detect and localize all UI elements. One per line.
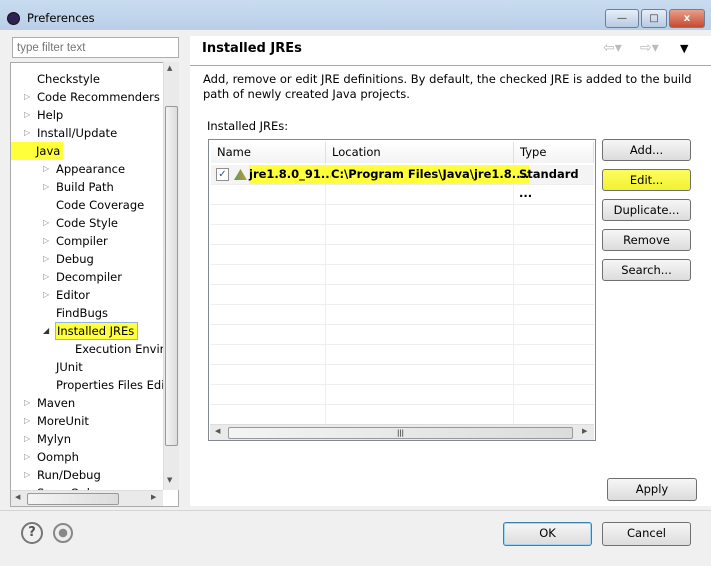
collapsed-arrow-icon[interactable]: ▷: [43, 160, 49, 178]
collapsed-arrow-icon[interactable]: ▷: [24, 124, 30, 142]
collapsed-arrow-icon[interactable]: ▷: [43, 178, 49, 196]
jre-checkbox[interactable]: ✓: [216, 168, 229, 181]
jre-name: jre1.8.0_91...: [249, 165, 339, 184]
duplicate-button[interactable]: Duplicate...: [602, 199, 691, 221]
h-scroll-thumb[interactable]: [27, 493, 119, 505]
apply-button[interactable]: Apply: [607, 478, 697, 501]
tree-item[interactable]: Execution Enviro: [74, 340, 174, 358]
collapsed-arrow-icon[interactable]: ▷: [24, 394, 30, 412]
tree-item[interactable]: Install/Update: [36, 124, 120, 142]
minimize-button[interactable]: —: [605, 9, 639, 28]
jre-table: Name Location Type ✓ jre1.8.0_91... C:\P…: [208, 139, 596, 441]
collapsed-arrow-icon[interactable]: ▷: [24, 430, 30, 448]
filter-input[interactable]: [12, 37, 179, 58]
tree-item[interactable]: Code Recommenders: [36, 88, 163, 106]
scroll-left-icon[interactable]: ◀: [215, 427, 220, 435]
column-header-location[interactable]: Location: [326, 142, 514, 163]
scroll-up-icon[interactable]: ▲: [167, 64, 172, 72]
tree-item[interactable]: Properties Files Edito: [55, 376, 178, 394]
eclipse-icon: [7, 12, 20, 25]
grid-line: [211, 304, 594, 305]
tree-item[interactable]: JUnit: [55, 358, 86, 376]
tree-item[interactable]: Build Path: [55, 178, 117, 196]
tree-vertical-scrollbar[interactable]: ▲ ▼: [163, 62, 179, 490]
h-scroll-thumb[interactable]: |||: [228, 427, 573, 439]
grid-line: [211, 364, 594, 365]
collapsed-arrow-icon[interactable]: ▷: [24, 106, 30, 124]
tree-item[interactable]: Checkstyle: [36, 70, 103, 88]
preference-tree: Checkstyle ▷ Code Recommenders ▷ Help ▷ Instal…: [10, 62, 179, 507]
table-row[interactable]: ✓ jre1.8.0_91... C:\Program Files\Java\j…: [211, 165, 594, 200]
grid-line: [211, 404, 594, 405]
table-label: Installed JREs:: [207, 119, 289, 133]
scroll-right-icon[interactable]: ▶: [151, 493, 156, 501]
grid-line: [211, 244, 594, 245]
tree-item[interactable]: Help: [36, 106, 66, 124]
page-title: Installed JREs: [202, 41, 302, 56]
expanded-arrow-icon[interactable]: ◢: [43, 322, 49, 340]
grid-line: [211, 204, 594, 205]
collapsed-arrow-icon[interactable]: ▷: [24, 88, 30, 106]
jre-library-icon: [234, 169, 247, 180]
collapsed-arrow-icon[interactable]: ▷: [43, 250, 49, 268]
scroll-thumb[interactable]: [165, 106, 178, 446]
tree-item[interactable]: Run/Debug: [36, 466, 104, 484]
tree-horizontal-scrollbar[interactable]: ◀ ▶: [11, 490, 163, 506]
tree-item[interactable]: Code Style: [55, 214, 121, 232]
column-header-type[interactable]: Type: [514, 142, 594, 163]
page-description: Add, remove or edit JRE definitions. By …: [203, 72, 692, 101]
jre-type: Standard ...: [519, 167, 579, 200]
collapsed-arrow-icon[interactable]: ▷: [43, 232, 49, 250]
collapsed-arrow-icon[interactable]: ▷: [24, 466, 30, 484]
edit-button[interactable]: Edit...: [602, 169, 691, 191]
tree-item[interactable]: Maven: [36, 394, 78, 412]
tree-item[interactable]: FindBugs: [55, 304, 111, 322]
scroll-down-icon[interactable]: ▼: [167, 476, 172, 484]
tree-item[interactable]: Compiler: [55, 232, 111, 250]
collapsed-arrow-icon[interactable]: ▷: [24, 412, 30, 430]
grid-line: [211, 344, 594, 345]
collapsed-arrow-icon[interactable]: ▷: [43, 286, 49, 304]
grid-line: [211, 284, 594, 285]
scroll-left-icon[interactable]: ◀: [15, 493, 20, 501]
window-title: Preferences: [27, 11, 95, 25]
tree-item[interactable]: Code Coverage: [55, 196, 147, 214]
collapsed-arrow-icon[interactable]: ▷: [24, 448, 30, 466]
tree-item[interactable]: Appearance: [55, 160, 128, 178]
grid-line: [211, 264, 594, 265]
collapsed-arrow-icon[interactable]: ▷: [43, 214, 49, 232]
record-icon[interactable]: [53, 523, 73, 543]
tree-item[interactable]: Editor: [55, 286, 93, 304]
tree-item[interactable]: Installed JREs: [55, 322, 139, 340]
tree-item[interactable]: Oomph: [36, 448, 82, 466]
add-button[interactable]: Add...: [602, 139, 691, 161]
ok-button[interactable]: OK: [503, 522, 592, 546]
tree-item[interactable]: Decompiler: [55, 268, 125, 286]
jre-location: C:\Program Files\Java\jre1.8....: [331, 165, 530, 184]
column-header-name[interactable]: Name: [211, 142, 326, 163]
footer-separator: [0, 510, 711, 511]
tree-item[interactable]: Java: [11, 142, 64, 160]
table-horizontal-scrollbar[interactable]: ◀ ||| ▶: [210, 424, 594, 440]
cancel-button[interactable]: Cancel: [602, 522, 691, 546]
collapsed-arrow-icon[interactable]: ▷: [43, 268, 49, 286]
tree-item[interactable]: MoreUnit: [36, 412, 92, 430]
close-button[interactable]: x: [669, 9, 705, 28]
forward-nav-icon[interactable]: ⇨▾: [640, 40, 659, 56]
grid-line: [211, 384, 594, 385]
grid-line: [211, 324, 594, 325]
scroll-right-icon[interactable]: ▶: [582, 427, 587, 435]
view-menu-icon[interactable]: ▼: [680, 42, 688, 55]
tree-item[interactable]: Mylyn: [36, 430, 74, 448]
tree-item[interactable]: Debug: [55, 250, 97, 268]
back-nav-icon[interactable]: ⇦▾: [603, 40, 622, 56]
remove-button[interactable]: Remove: [602, 229, 691, 251]
grid-line: [211, 224, 594, 225]
search-button[interactable]: Search...: [602, 259, 691, 281]
help-icon[interactable]: ?: [21, 522, 43, 544]
title-separator: [190, 65, 711, 66]
maximize-button[interactable]: □: [641, 9, 667, 28]
